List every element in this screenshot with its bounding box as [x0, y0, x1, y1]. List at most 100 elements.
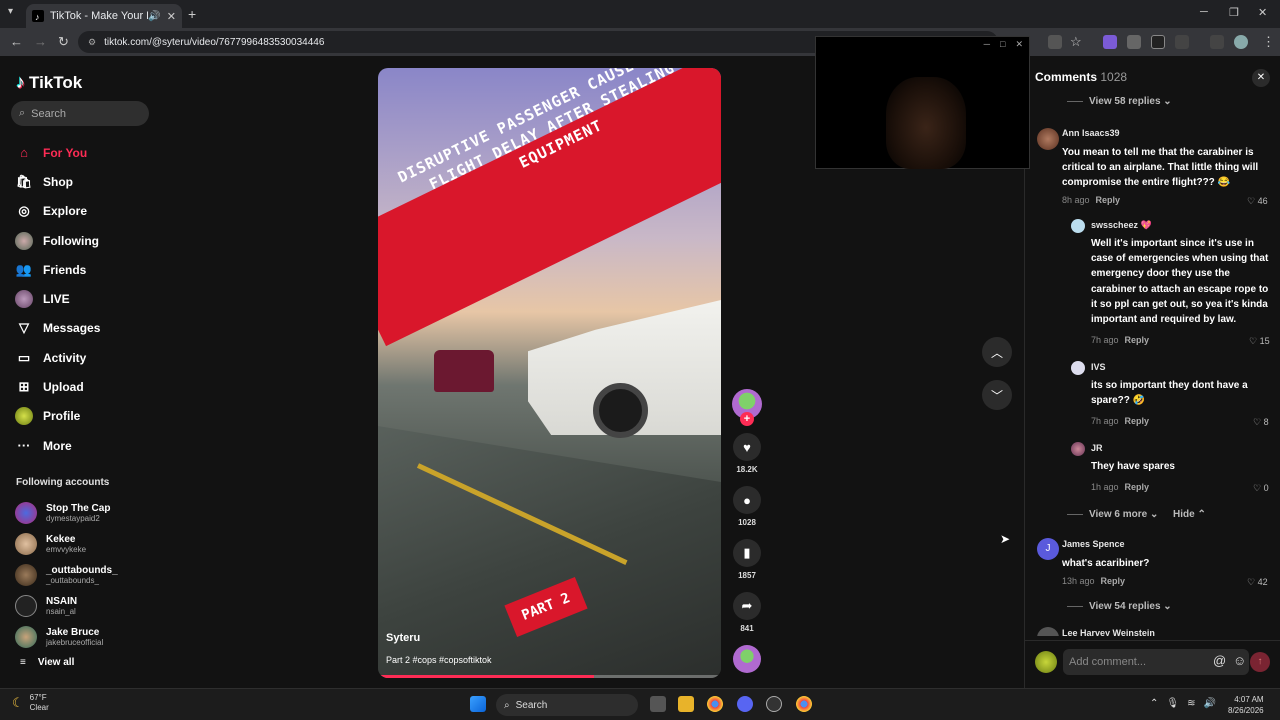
reply-like-button[interactable]: ♡ 0 — [1253, 483, 1269, 494]
follow-plus-icon[interactable]: + — [740, 412, 754, 426]
like-button[interactable]: ♥ 18.2K — [732, 433, 762, 474]
following-account[interactable]: Kekee emvvykeke — [15, 529, 118, 560]
maximize-icon[interactable]: ❐ — [1229, 6, 1239, 19]
minimize-icon[interactable]: ─ — [984, 39, 990, 49]
hide-replies-button[interactable]: Hide ⌃ — [1173, 509, 1206, 520]
view-more-replies-button[interactable]: View 6 more ⌄ — [1067, 509, 1158, 520]
forward-icon[interactable]: → — [34, 34, 47, 49]
mention-icon[interactable]: @ — [1213, 653, 1226, 668]
send-comment-button[interactable]: ↑ — [1250, 652, 1270, 672]
avatar[interactable]: J — [1037, 538, 1059, 560]
install-app-icon[interactable] — [1048, 35, 1062, 49]
reload-icon[interactable]: ↻ — [58, 34, 69, 50]
add-comment-input[interactable]: Add comment... @ ☺ — [1063, 649, 1249, 675]
audio-playing-icon[interactable]: 🔊 — [148, 11, 160, 22]
extension-1-icon[interactable] — [1103, 35, 1117, 49]
sidebar-item-live[interactable]: LIVE — [15, 284, 100, 313]
start-icon[interactable] — [470, 696, 486, 712]
comment-button[interactable]: ● 1028 — [732, 486, 762, 527]
tiktok-logo[interactable]: ♪ TikTok — [16, 72, 82, 93]
task-view-icon[interactable] — [650, 696, 666, 712]
reply-button[interactable]: Reply — [1125, 482, 1150, 492]
clock[interactable]: 4:07 AM 8/26/2026 — [1228, 694, 1264, 716]
sidebar-item-more[interactable]: ··· More — [15, 431, 100, 460]
avatar[interactable] — [1071, 442, 1085, 456]
sidebar-item-friends[interactable]: 👥 Friends — [15, 255, 100, 284]
sidebar-item-activity[interactable]: ▭ Activity — [15, 343, 100, 372]
browser-menu-icon[interactable]: ⋮ — [1262, 34, 1275, 50]
following-account[interactable]: Stop The Cap dymestaypaid2 — [15, 498, 118, 529]
weather-widget[interactable]: ☾ 67°F Clear — [12, 693, 49, 713]
creator-avatar[interactable]: + — [732, 389, 762, 426]
microphone-icon[interactable]: 🎙 — [1166, 698, 1179, 709]
tab-list-icon[interactable] — [1210, 35, 1224, 49]
comment-username[interactable]: James Spence — [1062, 539, 1125, 549]
extension-2-icon[interactable] — [1127, 35, 1141, 49]
following-account[interactable]: Jake Bruce jakebruceofficial — [15, 621, 118, 652]
reply-username[interactable]: IVS — [1091, 362, 1106, 372]
extensions-puzzle-icon[interactable] — [1175, 35, 1189, 49]
avatar[interactable] — [1071, 219, 1085, 233]
sidebar-item-messages[interactable]: ▽ Messages — [15, 314, 100, 343]
minimize-icon[interactable]: ─ — [1200, 6, 1208, 18]
emoji-icon[interactable]: ☺ — [1233, 653, 1246, 668]
reply-username[interactable]: swsscheez 💖 — [1091, 220, 1152, 231]
obs-icon[interactable] — [766, 696, 782, 712]
avatar[interactable] — [1037, 128, 1059, 150]
file-explorer-icon[interactable] — [678, 696, 694, 712]
following-account[interactable]: _outtabounds_ _outtabounds_ — [15, 560, 118, 591]
comment-like-button[interactable]: ♡ 42 — [1247, 577, 1268, 588]
video-player[interactable]: DISRUPTIVE PASSENGER CAUSES LONG FLIGHT … — [378, 68, 721, 678]
previous-video-button[interactable]: ︿ — [982, 337, 1012, 367]
comment-username[interactable]: Lee Harvey Weinstein — [1062, 628, 1155, 636]
search-input[interactable]: ⌕ Search — [11, 101, 149, 126]
close-comments-button[interactable]: ✕ — [1252, 69, 1270, 87]
video-progress-bar[interactable] — [378, 675, 721, 678]
discord-icon[interactable] — [737, 696, 753, 712]
chrome-active-icon[interactable] — [796, 696, 812, 712]
comment-like-button[interactable]: ♡ 46 — [1247, 196, 1268, 207]
reply-button[interactable]: Reply — [1101, 576, 1126, 586]
reply-username[interactable]: JR — [1091, 443, 1103, 453]
site-info-icon[interactable]: ⚙ — [88, 37, 96, 48]
comment-username[interactable]: Ann Isaacs39 — [1062, 128, 1120, 138]
volume-icon[interactable]: 🔊 — [1203, 698, 1215, 709]
avatar[interactable] — [1037, 627, 1059, 636]
avatar[interactable] — [1071, 361, 1085, 375]
wifi-icon[interactable]: ≋ — [1187, 698, 1195, 709]
chevron-up-icon[interactable]: ⌃ — [1150, 698, 1158, 709]
taskbar-search[interactable]: ⌕ Search — [496, 694, 638, 716]
chrome-icon[interactable] — [707, 696, 723, 712]
reply-button[interactable]: Reply — [1125, 416, 1150, 426]
next-video-button[interactable]: ﹀ — [982, 380, 1012, 410]
reply-like-button[interactable]: ♡ 8 — [1253, 417, 1269, 428]
sidebar-item-profile[interactable]: Profile — [15, 402, 100, 431]
reply-button[interactable]: Reply — [1096, 195, 1121, 205]
view-replies-button[interactable]: View 58 replies ⌄ — [1067, 96, 1172, 107]
tab-search-icon[interactable]: ▾ — [8, 6, 13, 17]
webcam-overlay-window[interactable]: ─ □ ✕ — [815, 36, 1030, 169]
browser-tab[interactable]: ♪ TikTok - Make Your Day 🔊 ✕ — [26, 4, 182, 28]
save-button[interactable]: ▮ 1857 — [732, 539, 762, 580]
new-tab-button[interactable]: + — [188, 6, 196, 22]
bookmark-star-icon[interactable]: ☆ — [1070, 34, 1082, 50]
close-tab-icon[interactable]: ✕ — [167, 10, 176, 23]
back-icon[interactable]: ← — [10, 34, 23, 49]
sidebar-item-explore[interactable]: ◎ Explore — [15, 197, 100, 226]
following-account[interactable]: NSAIN nsain_al — [15, 590, 118, 621]
view-replies-button[interactable]: View 54 replies ⌄ — [1067, 601, 1172, 612]
video-author[interactable]: Syteru — [386, 632, 420, 644]
close-icon[interactable]: ✕ — [1015, 39, 1023, 50]
view-all-link[interactable]: ≡ View all — [20, 657, 74, 668]
music-disc-avatar[interactable] — [733, 645, 761, 673]
sidebar-item-for-you[interactable]: ⌂ For You — [15, 138, 100, 167]
maximize-icon[interactable]: □ — [1000, 39, 1005, 49]
sidebar-item-shop[interactable]: 🛍 Shop — [15, 167, 100, 196]
extension-3-icon[interactable] — [1151, 35, 1165, 49]
close-window-icon[interactable]: ✕ — [1258, 6, 1267, 19]
reply-like-button[interactable]: ♡ 15 — [1249, 336, 1270, 347]
sidebar-item-upload[interactable]: ⊞ Upload — [15, 372, 100, 401]
sidebar-item-following[interactable]: Following — [15, 226, 100, 255]
reply-button[interactable]: Reply — [1125, 335, 1150, 345]
share-button[interactable]: ➦ 841 — [732, 592, 762, 633]
